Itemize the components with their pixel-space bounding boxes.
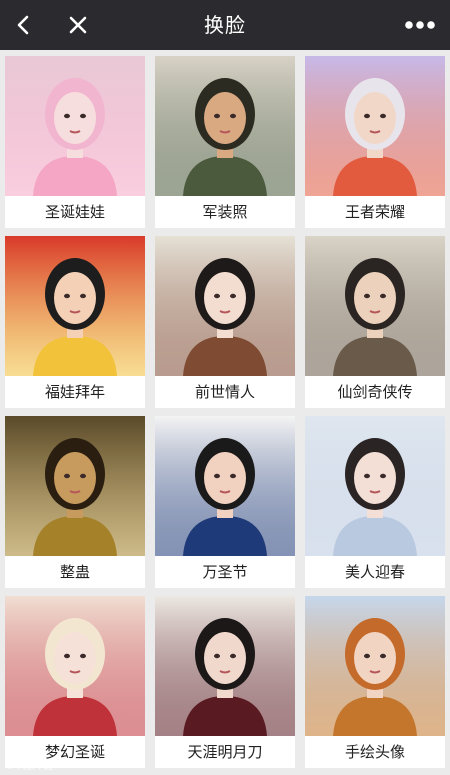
template-card[interactable]: 天涯明月刀 xyxy=(155,596,295,768)
template-thumbnail[interactable] xyxy=(305,56,445,196)
portrait-illustration xyxy=(305,416,445,556)
template-card[interactable]: 仙剑奇侠传 xyxy=(305,236,445,408)
template-card[interactable]: 梦幻圣诞 xyxy=(5,596,145,768)
template-card[interactable]: 军装照 xyxy=(155,56,295,228)
template-label[interactable]: 手绘头像 xyxy=(305,736,445,768)
template-thumbnail[interactable] xyxy=(305,416,445,556)
portrait-illustration xyxy=(155,416,295,556)
template-label[interactable]: 军装照 xyxy=(155,196,295,228)
template-thumbnail[interactable] xyxy=(155,596,295,736)
template-thumbnail[interactable] xyxy=(155,56,295,196)
template-label[interactable]: 美人迎春 xyxy=(305,556,445,588)
portrait-illustration xyxy=(5,596,145,736)
template-card[interactable]: 王者荣耀 xyxy=(305,56,445,228)
top-navigation-bar: 换脸 xyxy=(0,0,450,50)
portrait-illustration xyxy=(155,56,295,196)
page-title: 换脸 xyxy=(204,13,246,37)
template-label[interactable]: 福娃拜年 xyxy=(5,376,145,408)
template-label[interactable]: 整蛊 xyxy=(5,556,145,588)
template-thumbnail[interactable] xyxy=(305,596,445,736)
portrait-illustration xyxy=(305,596,445,736)
portrait-illustration xyxy=(5,56,145,196)
template-card[interactable]: 万圣节 xyxy=(155,416,295,588)
template-card[interactable]: 圣诞娃娃 xyxy=(5,56,145,228)
template-thumbnail[interactable] xyxy=(5,236,145,376)
template-card[interactable]: 手绘头像 xyxy=(305,596,445,768)
portrait-illustration xyxy=(5,416,145,556)
template-thumbnail[interactable] xyxy=(305,236,445,376)
portrait-illustration xyxy=(305,236,445,376)
template-card[interactable]: 整蛊 xyxy=(5,416,145,588)
template-label[interactable]: 王者荣耀 xyxy=(305,196,445,228)
portrait-illustration xyxy=(5,236,145,376)
portrait-illustration xyxy=(155,236,295,376)
template-label[interactable]: 圣诞娃娃 xyxy=(5,196,145,228)
template-card[interactable]: 美人迎春 xyxy=(305,416,445,588)
more-dots-icon xyxy=(405,21,435,29)
template-card[interactable]: 福娃拜年 xyxy=(5,236,145,408)
template-thumbnail[interactable] xyxy=(5,56,145,196)
watermark: © 大家早起 xyxy=(5,762,53,772)
portrait-illustration xyxy=(305,56,445,196)
template-label[interactable]: 仙剑奇侠传 xyxy=(305,376,445,408)
template-label[interactable]: 前世情人 xyxy=(155,376,295,408)
template-thumbnail[interactable] xyxy=(155,416,295,556)
portrait-illustration xyxy=(155,596,295,736)
template-thumbnail[interactable] xyxy=(5,596,145,736)
template-thumbnail[interactable] xyxy=(155,236,295,376)
template-thumbnail[interactable] xyxy=(5,416,145,556)
template-card[interactable]: 前世情人 xyxy=(155,236,295,408)
more-button[interactable] xyxy=(396,0,444,50)
template-label[interactable]: 万圣节 xyxy=(155,556,295,588)
template-label[interactable]: 天涯明月刀 xyxy=(155,736,295,768)
